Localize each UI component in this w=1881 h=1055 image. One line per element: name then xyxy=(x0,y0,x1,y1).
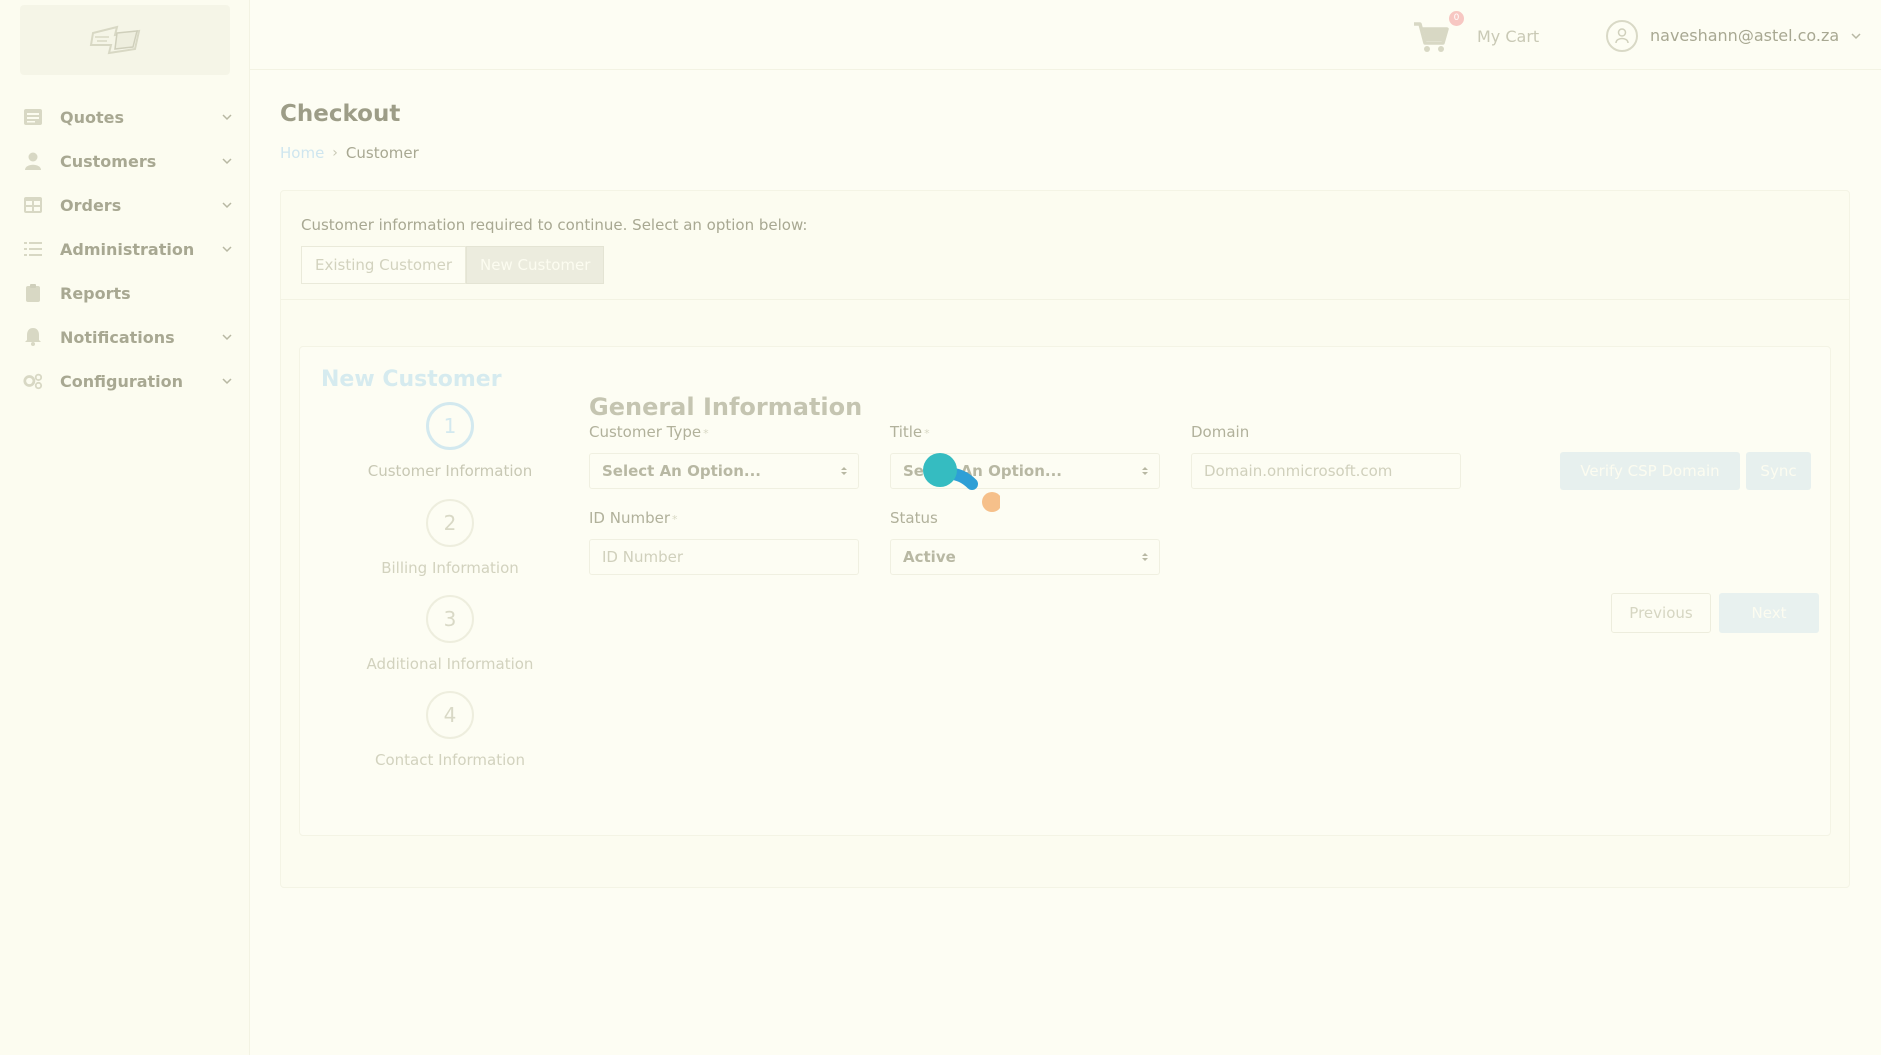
select-value: Active xyxy=(903,548,956,566)
step-label: Customer Information xyxy=(367,462,533,480)
chevron-down-icon xyxy=(222,246,232,253)
required-marker: * xyxy=(703,427,709,440)
chevron-down-icon xyxy=(222,114,232,121)
tasks-icon xyxy=(23,239,43,259)
cart-count-badge: 0 xyxy=(1449,11,1464,26)
customer-type-toggle: Existing Customer New Customer xyxy=(301,246,605,284)
step-label: Additional Information xyxy=(366,655,534,673)
chevron-down-icon xyxy=(222,334,232,341)
sidebar-item-reports[interactable]: Reports xyxy=(0,271,250,315)
sidebar-item-customers[interactable]: Customers xyxy=(0,139,250,183)
breadcrumb: Home › Customer xyxy=(280,144,419,162)
sidebar-item-quotes[interactable]: Quotes xyxy=(0,95,250,139)
sidebar-item-label: Customers xyxy=(60,151,157,171)
bell-icon xyxy=(23,327,43,347)
sidebar-nav: Quotes Customers Orders Administration R… xyxy=(0,95,250,403)
title-label: Title * xyxy=(890,423,930,441)
clipboard-icon xyxy=(23,283,43,303)
breadcrumb-current: Customer xyxy=(345,144,419,162)
chevron-down-icon xyxy=(222,378,232,385)
sidebar-item-label: Notifications xyxy=(60,327,175,347)
sidebar-item-label: Configuration xyxy=(60,371,184,391)
list-icon xyxy=(23,107,43,127)
checkout-card: Customer information required to continu… xyxy=(280,190,1850,888)
next-button[interactable]: Next xyxy=(1719,593,1819,633)
field-label-text: Title xyxy=(890,423,923,441)
sidebar-item-label: Administration xyxy=(60,239,195,259)
user-email[interactable]: naveshann@astel.co.za xyxy=(1650,26,1839,45)
chevron-right-icon: › xyxy=(332,145,338,161)
select-arrows-icon xyxy=(1142,467,1148,475)
new-customer-wizard: New Customer 1 Customer Information 2 Bi… xyxy=(299,346,1831,836)
customer-type-select[interactable]: Select An Option... xyxy=(589,453,859,489)
step-number: 1 xyxy=(426,402,474,450)
existing-customer-button[interactable]: Existing Customer xyxy=(301,246,467,284)
page-title: Checkout xyxy=(280,101,401,127)
customer-required-message: Customer information required to continu… xyxy=(301,216,808,234)
chevron-down-icon xyxy=(222,158,232,165)
domain-label: Domain xyxy=(1191,423,1250,441)
step-number: 2 xyxy=(426,499,474,547)
sidebar: Quotes Customers Orders Administration R… xyxy=(0,0,250,1055)
user-avatar[interactable] xyxy=(1606,20,1638,52)
domain-input[interactable] xyxy=(1191,453,1461,489)
new-customer-button[interactable]: New Customer xyxy=(466,246,605,284)
loading-spinner-icon xyxy=(923,453,1000,512)
field-label-text: ID Number xyxy=(589,509,670,527)
sidebar-item-administration[interactable]: Administration xyxy=(0,227,250,271)
breadcrumb-home-link[interactable]: Home xyxy=(280,144,324,162)
step-number: 4 xyxy=(426,691,474,739)
sidebar-item-label: Reports xyxy=(60,283,131,303)
table-icon xyxy=(23,195,43,215)
select-value: Select An Option... xyxy=(602,462,761,480)
sidebar-item-label: Quotes xyxy=(60,107,125,127)
step-number: 3 xyxy=(426,595,474,643)
sync-button[interactable]: Sync xyxy=(1746,452,1811,490)
logo-mark-icon xyxy=(89,25,141,55)
id-number-input[interactable] xyxy=(589,539,859,575)
select-arrows-icon xyxy=(1142,553,1148,561)
id-number-label: ID Number * xyxy=(589,509,678,527)
cogs-icon xyxy=(23,371,43,391)
divider xyxy=(281,299,1849,300)
chevron-down-icon[interactable] xyxy=(1850,30,1862,42)
wizard-step-4[interactable]: 4 Contact Information xyxy=(360,691,540,769)
wizard-step-3[interactable]: 3 Additional Information xyxy=(360,595,540,673)
user-icon xyxy=(23,151,43,171)
required-marker: * xyxy=(924,427,930,440)
previous-button[interactable]: Previous xyxy=(1611,593,1711,633)
shopping-cart-icon[interactable] xyxy=(1412,18,1450,56)
sidebar-item-notifications[interactable]: Notifications xyxy=(0,315,250,359)
sidebar-item-configuration[interactable]: Configuration xyxy=(0,359,250,403)
step-label: Billing Information xyxy=(381,559,519,577)
verify-csp-domain-button[interactable]: Verify CSP Domain xyxy=(1560,452,1740,490)
wizard-step-2[interactable]: 2 Billing Information xyxy=(360,499,540,577)
wizard-title: New Customer xyxy=(321,367,502,392)
step-label: Contact Information xyxy=(375,751,525,769)
user-icon xyxy=(1615,28,1629,44)
customer-type-label: Customer Type * xyxy=(589,423,709,441)
wizard-step-1[interactable]: 1 Customer Information xyxy=(360,402,540,480)
select-arrows-icon xyxy=(841,467,847,475)
company-logo[interactable] xyxy=(20,5,230,75)
required-marker: * xyxy=(672,513,678,526)
sidebar-item-orders[interactable]: Orders xyxy=(0,183,250,227)
sidebar-item-label: Orders xyxy=(60,195,122,215)
chevron-down-icon xyxy=(222,202,232,209)
section-title: General Information xyxy=(589,393,863,421)
field-label-text: Customer Type xyxy=(589,423,702,441)
my-cart-link[interactable]: My Cart xyxy=(1477,27,1539,46)
status-select[interactable]: Active xyxy=(890,539,1160,575)
